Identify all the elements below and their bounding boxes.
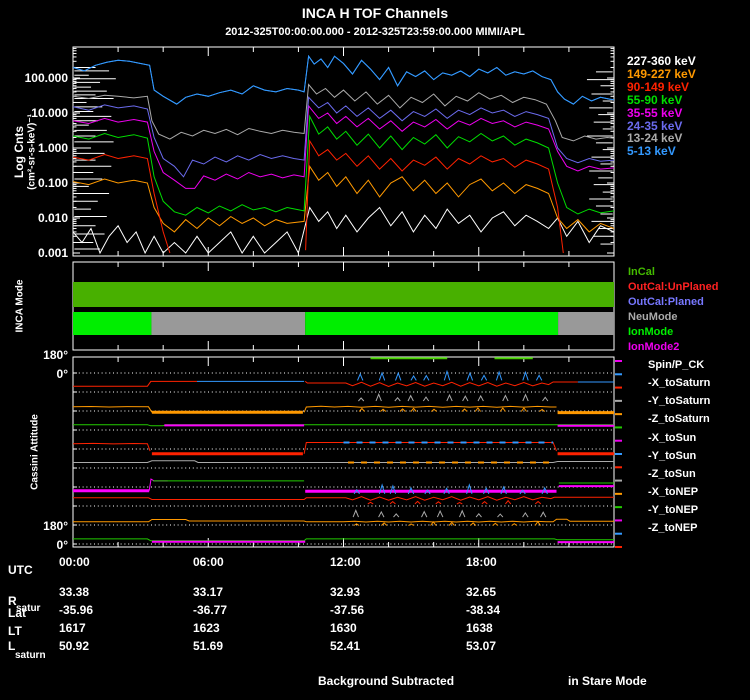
footer-note-left: Background Subtracted [318,674,455,688]
mode-legend-item: IonMode2 [628,341,680,353]
eph-row-sublabel-l: saturn [15,650,46,661]
ephemeris-value: -38.34 [466,603,501,617]
tof-ytick-label: 0.010 [37,211,68,225]
attitude-legend-item: -Z_toNEP [648,522,698,535]
ephemeris-value: 32.93 [330,585,361,599]
ephemeris-value: 1623 [193,621,220,635]
eph-row-label-lat: Lat [8,606,26,620]
utc-tick-label: 18:00 [466,555,497,569]
mode-legend-item: OutCal:Planed [628,296,704,308]
tof-ytick-label: 100.000 [24,71,68,85]
ephemeris-value: 1617 [59,621,86,635]
attitude-panel-label: Cassini Attitude [29,414,41,490]
tof-legend-item: 90-149 keV [627,79,690,94]
plot-page: INCA H TOF Channels 2012-325T00:00:00.00… [0,0,750,700]
tof-legend-item: 55-90 keV [627,92,683,107]
mode-legend-item: NeuMode [628,311,678,323]
tof-ytick-label: 1.000 [37,141,68,155]
attitude-legend-item: -X_toSun [648,431,697,444]
mode-legend-item: InCal [628,266,655,278]
ephemeris-value: -37.56 [330,603,365,617]
ephemeris-value: 32.65 [466,585,497,599]
attitude-legend-item: -X_toNEP [648,486,699,499]
ephemeris-value: 50.92 [59,639,90,653]
attitude-ytick-label: 180° [43,347,68,362]
attitude-ytick-label: 0° [56,537,68,552]
tof-ytick-label: 10.000 [31,106,68,120]
attitude-legend-item: -Y_toSaturn [648,395,711,408]
ephemeris-value: 33.38 [59,585,90,599]
attitude-legend-item: -Z_toSaturn [648,413,710,426]
attitude-legend-item: -Y_toSun [648,449,697,462]
ephemeris-value: -36.77 [193,603,228,617]
mode-legend-item: IonMode [628,326,674,338]
ephemeris-value: 52.41 [330,639,361,653]
tof-legend-item: 5-13 keV [627,144,676,159]
mode-panel-label: INCA Mode [14,279,26,333]
utc-tick-label: 06:00 [193,555,224,569]
tof-legend-item: 149-227 keV [627,66,696,81]
attitude-legend-item: Spin/P_CK [648,359,705,371]
tof-ytick-label: 0.100 [37,176,68,190]
attitude-ytick-label: 0° [56,366,68,381]
tof-legend-item: 24-35 keV [627,118,683,133]
ephemeris-value: 1630 [330,621,357,635]
eph-row-label-lt: LT [8,624,22,638]
ephemeris-value: 53.07 [466,639,497,653]
attitude-ytick-label: 180° [43,518,68,533]
ephemeris-value: 51.69 [193,639,224,653]
utc-row-label: UTC [8,563,33,577]
tof-legend-item: 35-55 keV [627,105,683,120]
attitude-legend-item: -Y_toNEP [648,504,699,517]
attitude-legend-item: -Z_toSun [648,467,696,480]
footer-note-right: in Stare Mode [568,674,647,688]
utc-tick-label: 00:00 [59,555,90,569]
tof-legend-item: 13-24 keV [627,131,683,146]
tof-ytick-label: 0.001 [37,246,68,260]
attitude-legend-item: -X_toSaturn [648,377,711,390]
tof-legend-item: 227-360 keV [627,54,696,68]
ephemeris-value: 33.17 [193,585,224,599]
mode-legend-item: OutCal:UnPlaned [628,281,719,293]
ephemeris-value: 1638 [466,621,493,635]
utc-tick-label: 12:00 [330,555,361,569]
ephemeris-value: -35.96 [59,603,94,617]
